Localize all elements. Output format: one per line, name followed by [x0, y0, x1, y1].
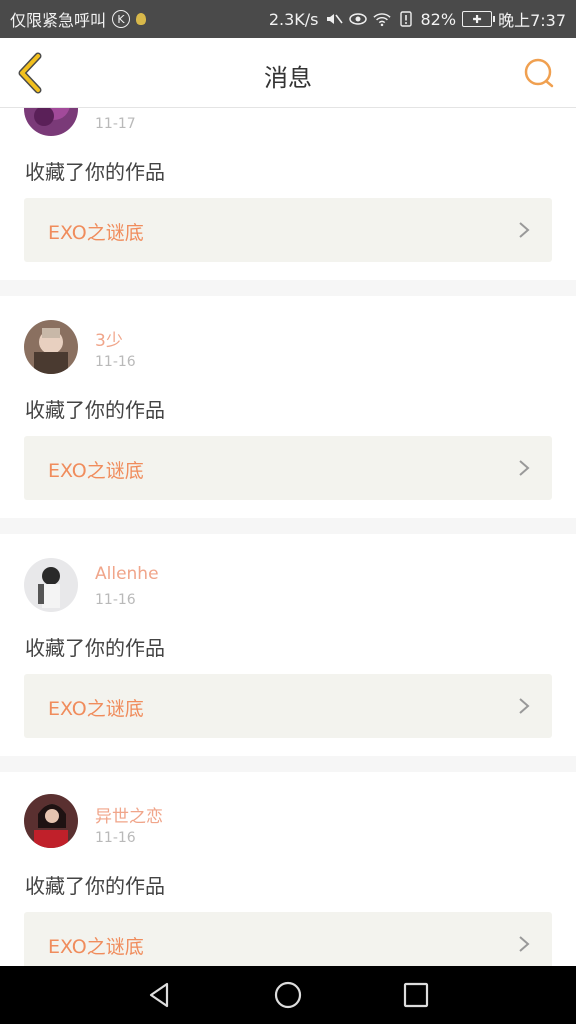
avatar[interactable] [24, 108, 78, 136]
message-item: Allenhe 11-16 收藏了你的作品 EXO之谜底 [0, 534, 576, 756]
nav-back-icon[interactable] [144, 980, 174, 1010]
system-nav-bar [0, 966, 576, 1024]
carrier-text: 仅限紧急呼叫 [10, 11, 107, 30]
chevron-right-icon [519, 460, 530, 476]
search-button[interactable] [522, 56, 556, 90]
message-list[interactable]: 11-17 收藏了你的作品 EXO之谜底 3少 11-16 收藏了你的作品 EX… [0, 108, 576, 966]
chevron-right-icon [519, 222, 530, 238]
status-left: 仅限紧急呼叫 K [10, 7, 147, 31]
divider [0, 280, 576, 296]
chevron-right-icon [519, 936, 530, 952]
work-title: EXO之谜底 [48, 936, 144, 958]
work-title: EXO之谜底 [48, 222, 144, 244]
clock: 晚上7:37 [498, 11, 566, 30]
message-item: 11-17 收藏了你的作品 EXO之谜底 [0, 108, 576, 280]
user-name[interactable]: 3少 [95, 326, 123, 351]
avatar[interactable] [24, 320, 78, 374]
message-date: 11-16 [95, 592, 136, 608]
battery-percent: 82% [420, 9, 457, 29]
user-name[interactable]: 异世之恋 [95, 802, 163, 827]
chevron-right-icon [519, 698, 530, 714]
message-item: 异世之恋 11-16 收藏了你的作品 EXO之谜底 [0, 772, 576, 966]
message-date: 11-16 [95, 354, 136, 370]
work-link[interactable]: EXO之谜底 [24, 912, 552, 966]
status-right: 2.3K/s 82% ✚ 晚上7:37 [269, 7, 566, 31]
message-action: 收藏了你的作品 [25, 398, 165, 422]
message-item: 3少 11-16 收藏了你的作品 EXO之谜底 [0, 296, 576, 518]
user-name[interactable]: Allenhe [95, 564, 159, 584]
avatar[interactable] [24, 794, 78, 848]
work-link[interactable]: EXO之谜底 [24, 674, 552, 738]
message-action: 收藏了你的作品 [25, 874, 165, 898]
page-title: 消息 [264, 64, 312, 92]
message-date: 11-17 [95, 116, 136, 132]
divider [0, 756, 576, 772]
battery-icon: ✚ [462, 11, 496, 27]
work-title: EXO之谜底 [48, 698, 144, 720]
wifi-icon [372, 11, 391, 27]
work-link[interactable]: EXO之谜底 [24, 436, 552, 500]
k-badge-icon: K [112, 10, 131, 28]
mute-icon [325, 11, 343, 27]
search-icon [524, 58, 554, 88]
status-bar: 仅限紧急呼叫 K 2.3K/s 82% ✚ 晚上7:37 [0, 0, 576, 38]
message-date: 11-16 [95, 830, 136, 846]
app-notification-icon [136, 13, 147, 25]
divider [0, 518, 576, 534]
alert-icon [397, 11, 415, 27]
network-speed: 2.3K/s [268, 9, 319, 29]
work-title: EXO之谜底 [48, 460, 144, 482]
avatar[interactable] [24, 558, 78, 612]
message-action: 收藏了你的作品 [25, 636, 165, 660]
work-link[interactable]: EXO之谜底 [24, 198, 552, 262]
eye-icon [348, 11, 367, 27]
nav-recents-icon[interactable] [401, 980, 431, 1010]
app-header: 消息 [0, 38, 576, 108]
nav-home-icon[interactable] [273, 980, 303, 1010]
message-action: 收藏了你的作品 [25, 160, 165, 184]
